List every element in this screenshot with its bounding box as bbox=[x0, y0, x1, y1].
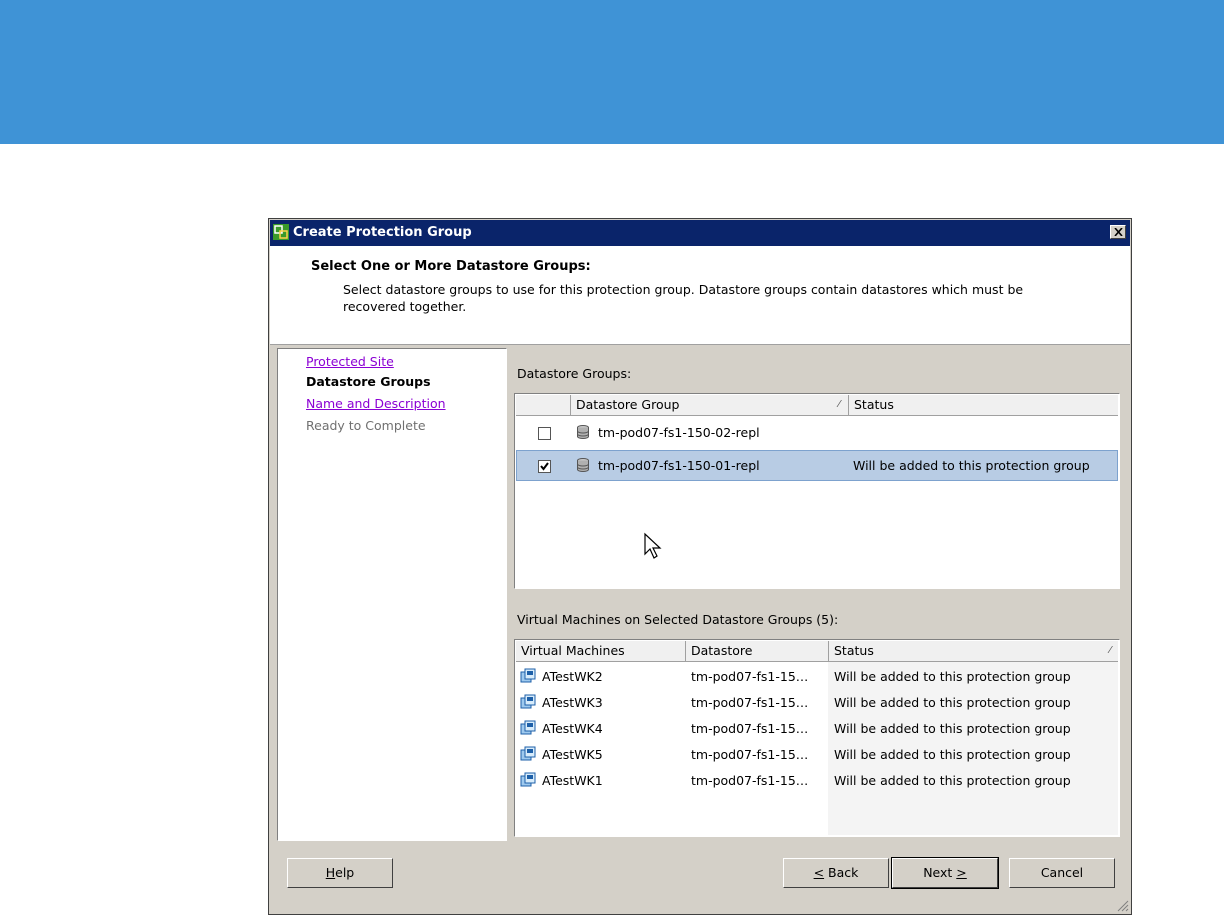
header-description: Select datastore groups to use for this … bbox=[343, 282, 1024, 314]
vm-status: Will be added to this protection group bbox=[834, 669, 1071, 684]
cancel-button[interactable]: Cancel bbox=[1009, 858, 1115, 888]
datastore-icon bbox=[577, 425, 589, 439]
mouse-cursor-icon bbox=[644, 532, 662, 559]
next-accel: > bbox=[956, 865, 967, 880]
vm-row[interactable]: ATestWK3 tm-pod07-fs1-15… Will be added to… bbox=[516, 690, 1118, 716]
virtual-machines-label: Virtual Machines on Selected Datastore G… bbox=[517, 612, 839, 627]
column-vm-status[interactable]: Status ⁄ bbox=[829, 641, 1119, 661]
virtual-machine-icon bbox=[520, 668, 536, 683]
title-bar[interactable]: Create Protection Group bbox=[270, 220, 1130, 246]
datastore-group-row[interactable]: tm-pod07-fs1-150-02-repl bbox=[516, 418, 1118, 448]
virtual-machine-icon bbox=[520, 746, 536, 761]
dialog-title: Create Protection Group bbox=[293, 225, 472, 240]
vm-status: Will be added to this protection group bbox=[834, 747, 1071, 762]
datastore-group-row[interactable]: tm-pod07-fs1-150-01-repl Will be added t… bbox=[516, 450, 1118, 481]
datastore-groups-header: Datastore Group ⁄ Status bbox=[516, 395, 1118, 416]
sort-icon: ⁄ bbox=[838, 399, 840, 410]
virtual-machine-icon bbox=[520, 720, 536, 735]
header-title: Select One or More Datastore Groups: bbox=[311, 259, 591, 274]
help-accel: H bbox=[325, 865, 336, 880]
column-status[interactable]: Status bbox=[849, 395, 1119, 415]
vm-datastore: tm-pod07-fs1-15… bbox=[691, 695, 809, 710]
vm-datastore: tm-pod07-fs1-15… bbox=[691, 669, 809, 684]
wizard-steps: Protected Site Datastore Groups Name and… bbox=[277, 348, 507, 841]
virtual-machines-table[interactable]: Virtual Machines Datastore Status ⁄ ATes… bbox=[514, 639, 1120, 837]
virtual-machines-header: Virtual Machines Datastore Status ⁄ bbox=[516, 641, 1118, 662]
virtual-machine-icon bbox=[520, 772, 536, 787]
wizard-header: Select One or More Datastore Groups: Sel… bbox=[270, 246, 1130, 345]
column-datastore-group[interactable]: Datastore Group ⁄ bbox=[571, 395, 849, 415]
vm-datastore: tm-pod07-fs1-15… bbox=[691, 721, 809, 736]
help-label: elp bbox=[335, 865, 355, 880]
vm-name: ATestWK2 bbox=[542, 669, 603, 684]
datastore-group-checkbox[interactable] bbox=[538, 427, 551, 440]
vm-row[interactable]: ATestWK5 tm-pod07-fs1-15… Will be added to… bbox=[516, 742, 1118, 768]
datastore-group-checkbox[interactable] bbox=[538, 460, 551, 473]
close-button[interactable] bbox=[1110, 225, 1126, 239]
vm-row[interactable]: ATestWK4 tm-pod07-fs1-15… Will be added to… bbox=[516, 716, 1118, 742]
create-protection-group-dialog: Create Protection Group Select One or Mo… bbox=[268, 218, 1132, 915]
datastore-groups-label: Datastore Groups: bbox=[517, 366, 632, 381]
vm-status: Will be added to this protection group bbox=[834, 695, 1071, 710]
back-button[interactable]: < Back bbox=[783, 858, 889, 888]
datastore-group-name: tm-pod07-fs1-150-01-repl bbox=[598, 458, 760, 473]
vm-row[interactable]: ATestWK1 tm-pod07-fs1-15… Will be added to… bbox=[516, 768, 1118, 794]
next-button[interactable]: Next > bbox=[891, 857, 999, 889]
datastore-groups-table[interactable]: Datastore Group ⁄ Status tm-pod07-fs1-15… bbox=[514, 393, 1120, 589]
column-virtual-machines[interactable]: Virtual Machines bbox=[516, 641, 686, 661]
vm-status: Will be added to this protection group bbox=[834, 773, 1071, 788]
help-button[interactable]: Help bbox=[287, 858, 393, 888]
vm-status: Will be added to this protection group bbox=[834, 721, 1071, 736]
resize-grip-icon[interactable] bbox=[1115, 898, 1129, 912]
vm-datastore: tm-pod07-fs1-15… bbox=[691, 773, 809, 788]
checkbox-column-header[interactable] bbox=[516, 395, 571, 415]
vm-name: ATestWK5 bbox=[542, 747, 603, 762]
top-banner bbox=[0, 0, 1224, 144]
datastore-icon bbox=[577, 458, 589, 472]
step-datastore-groups: Datastore Groups bbox=[306, 374, 431, 389]
step-ready-to-complete: Ready to Complete bbox=[306, 418, 426, 433]
virtual-machine-icon bbox=[520, 694, 536, 709]
back-accel: < bbox=[813, 865, 825, 880]
back-label: Back bbox=[824, 865, 859, 880]
vm-name: ATestWK4 bbox=[542, 721, 603, 736]
step-name-and-description[interactable]: Name and Description bbox=[306, 396, 446, 411]
checkmark-icon bbox=[540, 462, 549, 471]
step-protected-site[interactable]: Protected Site bbox=[306, 354, 394, 369]
vm-name: ATestWK1 bbox=[542, 773, 603, 788]
close-icon bbox=[1114, 228, 1123, 236]
vm-name: ATestWK3 bbox=[542, 695, 603, 710]
vm-row[interactable]: ATestWK2 tm-pod07-fs1-15… Will be added to… bbox=[516, 664, 1118, 690]
datastore-group-status: Will be added to this protection group bbox=[853, 458, 1090, 473]
datastore-group-name: tm-pod07-fs1-150-02-repl bbox=[598, 425, 760, 440]
sort-icon: ⁄ bbox=[1109, 645, 1111, 656]
next-label: Next bbox=[923, 865, 957, 880]
srm-app-icon bbox=[273, 224, 289, 240]
vm-datastore: tm-pod07-fs1-15… bbox=[691, 747, 809, 762]
column-datastore[interactable]: Datastore bbox=[686, 641, 829, 661]
